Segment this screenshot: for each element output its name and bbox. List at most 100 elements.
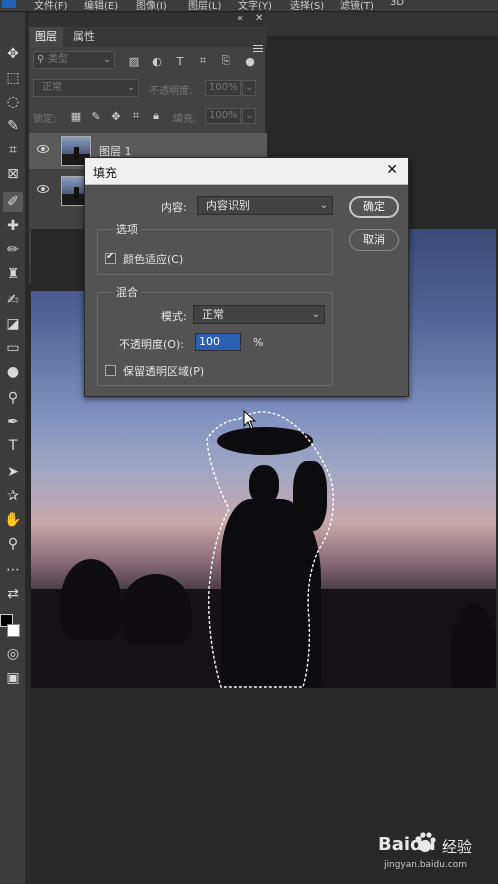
mode-select[interactable]: 正常 ⌄ (193, 305, 325, 324)
pen-tool-icon[interactable]: ✒ (3, 412, 23, 432)
more-tools-icon[interactable]: ⋯ (3, 560, 23, 580)
opacity-input[interactable]: 100 (195, 333, 241, 351)
tree-silhouette (121, 574, 191, 644)
search-icon: ⚲ (37, 54, 45, 65)
lock-artboard-icon[interactable]: ⌗ (129, 109, 143, 123)
filter-adjustment-icon[interactable]: ◐ (150, 54, 164, 68)
lasso-tool-icon[interactable]: ◌ (3, 92, 23, 112)
opacity-unit: % (253, 336, 264, 349)
selection-marquee (206, 411, 334, 688)
dialog-titlebar: 填充 ✕ (85, 158, 408, 185)
layer-fill-input[interactable]: 100% (205, 108, 241, 124)
lock-row: 锁定: ▦ ✎ ✥ ⌗ 🔒︎ 填充: 100% ⌄ (29, 107, 267, 131)
canvas-corner-mask (31, 229, 91, 291)
ok-button[interactable]: 确定 (349, 196, 399, 218)
panel-tabs: 图层 属性 (29, 27, 267, 52)
frame-tool-icon[interactable]: ⊠ (3, 164, 23, 184)
path-select-tool-icon[interactable]: ➤ (3, 462, 23, 482)
preserve-transparency-label[interactable]: 保留透明区域(P) (123, 363, 204, 379)
fill-dialog: 填充 ✕ 内容: 内容识别 ⌄ 确定 取消 选项 颜色适应(C) 混合 模式: … (84, 157, 409, 397)
content-select[interactable]: 内容识别 ⌄ (197, 196, 333, 215)
photoshop-window: 文件(F) 编辑(E) 图像(I) 图层(L) 文字(Y) 选择(S) 滤镜(T… (0, 0, 498, 884)
crop-tool-icon[interactable]: ⌗ (3, 140, 23, 160)
type-tool-icon[interactable]: T (3, 436, 23, 456)
chevron-down-icon: ⌄ (127, 83, 135, 93)
screen-mode-icon[interactable]: ▣ (3, 668, 23, 688)
menu-select[interactable]: 选择(S) (290, 0, 324, 12)
filter-smart-object-icon[interactable]: ⎘ (219, 54, 233, 68)
healing-brush-tool-icon[interactable]: ✚ (3, 216, 23, 236)
dialog-title: 填充 (93, 166, 118, 180)
content-value: 内容识别 (206, 199, 250, 212)
preserve-transparency-checkbox[interactable] (105, 365, 116, 376)
hand-tool-icon[interactable]: ✋ (3, 510, 23, 530)
lock-label: 锁定: (33, 114, 57, 125)
tree-silhouette (61, 559, 121, 639)
filter-pixel-icon[interactable]: ▨ (127, 54, 141, 68)
layer-filter-select[interactable]: ⚲ 类型 ⌄ (33, 51, 115, 69)
cancel-button[interactable]: 取消 (349, 229, 399, 251)
quick-mask-icon[interactable]: ◎ (3, 644, 23, 664)
filter-type-icon[interactable]: T (173, 54, 187, 68)
blend-mode-value: 正常 (42, 82, 62, 93)
menu-file[interactable]: 文件(F) (34, 0, 68, 12)
lock-position-icon[interactable]: ✥ (109, 109, 123, 123)
content-label: 内容: (161, 201, 187, 214)
zoom-tool-icon[interactable]: ⚲ (3, 534, 23, 554)
visibility-eye-icon[interactable] (37, 145, 49, 153)
history-brush-tool-icon[interactable]: ✍ (3, 290, 23, 310)
menu-image[interactable]: 图像(I) (136, 0, 167, 12)
blend-title: 混合 (113, 284, 141, 300)
clone-stamp-tool-icon[interactable]: ♜ (3, 264, 23, 284)
move-tool-icon[interactable]: ✥ (3, 44, 23, 64)
blend-mode-select[interactable]: 正常 ⌄ (33, 79, 139, 97)
chevron-down-icon: ⌄ (319, 200, 328, 211)
opacity-dropdown-icon[interactable]: ⌄ (242, 80, 256, 96)
close-panel-icon[interactable]: ✕ (255, 13, 263, 24)
lock-image-icon[interactable]: ✎ (89, 109, 103, 123)
opacity-label: 不透明度(O): (119, 338, 184, 351)
chevron-down-icon: ⌄ (311, 309, 320, 320)
options-strip (266, 12, 498, 36)
panel-header: « ✕ (29, 13, 267, 27)
menu-bar: 文件(F) 编辑(E) 图像(I) 图层(L) 文字(Y) 选择(S) 滤镜(T… (0, 0, 498, 12)
ps-logo-icon (2, 0, 16, 8)
tab-properties[interactable]: 属性 (67, 27, 101, 47)
filter-toggle-icon[interactable]: ● (243, 54, 257, 68)
menu-type[interactable]: 文字(Y) (238, 0, 272, 12)
menu-edit[interactable]: 编辑(E) (84, 0, 118, 12)
lock-transparent-icon[interactable]: ▦ (69, 109, 83, 123)
close-icon[interactable]: ✕ (386, 162, 398, 178)
shape-tool-icon[interactable]: ✰ (3, 486, 23, 506)
watermark-url: jingyan.baidu.com (384, 860, 468, 870)
visibility-eye-icon[interactable] (37, 185, 49, 193)
quick-select-tool-icon[interactable]: ✎ (3, 116, 23, 136)
blur-tool-icon[interactable]: ● (3, 362, 23, 382)
color-adapt-label[interactable]: 颜色适应(C) (123, 251, 183, 267)
collapse-panel-icon[interactable]: « (237, 13, 243, 24)
filter-shape-icon[interactable]: ⌗ (196, 54, 210, 68)
fill-label: 填充: (173, 114, 197, 125)
layer-opacity-input[interactable]: 100% (205, 80, 241, 96)
fill-dropdown-icon[interactable]: ⌄ (242, 108, 256, 124)
opacity-label: 不透明度: (149, 86, 193, 97)
dodge-tool-icon[interactable]: ⚲ (3, 388, 23, 408)
blend-row: 正常 ⌄ 不透明度: 100% ⌄ (29, 79, 267, 103)
tree-silhouette (451, 604, 496, 688)
brush-tool-icon[interactable]: ✏ (3, 240, 23, 260)
menu-filter[interactable]: 滤镜(T) (340, 0, 374, 12)
eyedropper-tool-icon[interactable]: ✐ (3, 192, 23, 212)
color-adapt-checkbox[interactable] (105, 251, 116, 264)
lock-all-icon[interactable]: 🔒︎ (149, 109, 163, 123)
watermark-product: 经验 (442, 838, 473, 856)
tab-layers[interactable]: 图层 (29, 27, 63, 47)
eraser-tool-icon[interactable]: ◪ (3, 314, 23, 334)
filter-type-label: 类型 (48, 54, 68, 65)
menu-3d[interactable]: 3D (390, 0, 404, 8)
swap-colors-icon[interactable]: ⇄ (3, 584, 23, 604)
marquee-tool-icon[interactable]: ⬚ (3, 68, 23, 88)
tools-panel: ✥ ⬚ ◌ ✎ ⌗ ⊠ ✐ ✚ ✏ ♜ ✍ ◪ ▭ ● ⚲ ✒ T ➤ ✰ ✋ … (0, 12, 26, 884)
background-color-swatch[interactable] (7, 624, 20, 637)
menu-layer[interactable]: 图层(L) (188, 0, 221, 12)
gradient-tool-icon[interactable]: ▭ (3, 338, 23, 358)
